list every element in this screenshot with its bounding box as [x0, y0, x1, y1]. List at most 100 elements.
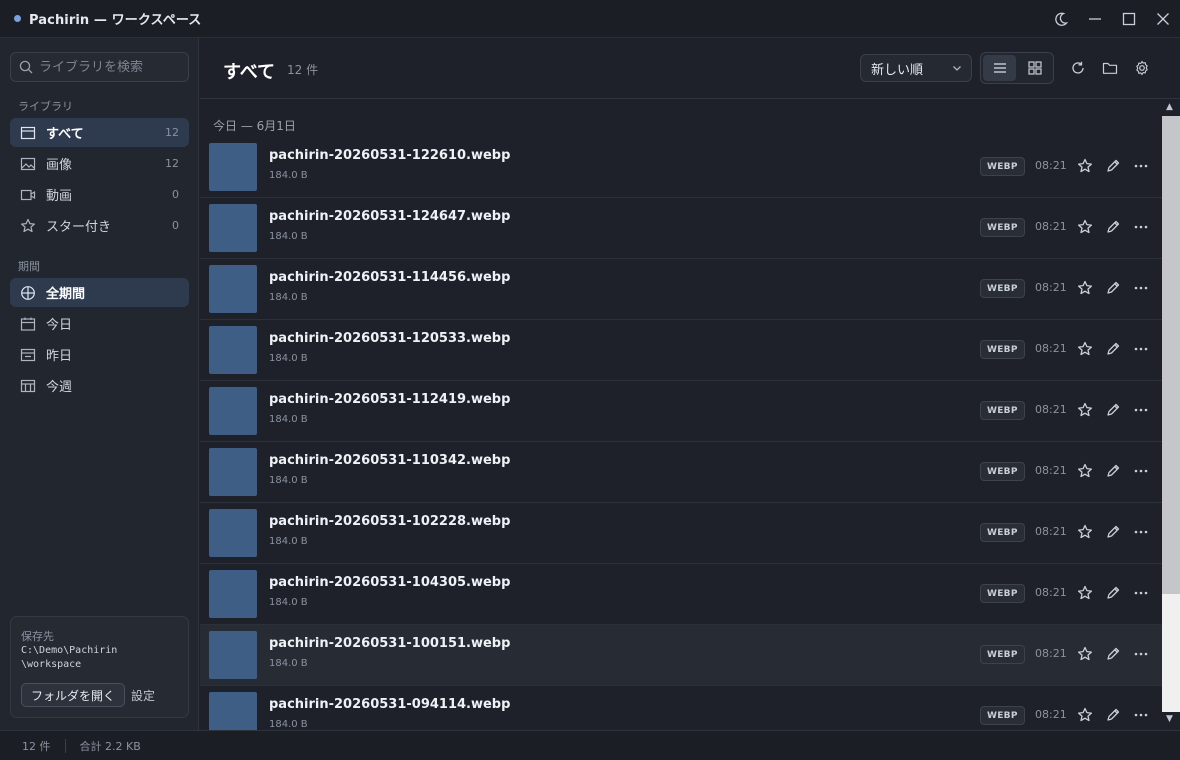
- file-thumbnail[interactable]: [209, 265, 257, 313]
- close-button[interactable]: [1146, 0, 1180, 38]
- rename-button[interactable]: [1104, 157, 1122, 175]
- star-button[interactable]: [1076, 706, 1094, 724]
- file-row[interactable]: pachirin-20260531-124647.webp 184.0 B WEBP…: [200, 198, 1162, 259]
- more-icon: [1133, 463, 1149, 479]
- file-thumbnail[interactable]: [209, 509, 257, 557]
- star-button[interactable]: [1076, 340, 1094, 358]
- sidebar-item-videos[interactable]: 動画 0: [10, 180, 189, 209]
- star-button[interactable]: [1076, 645, 1094, 663]
- more-button[interactable]: [1132, 584, 1150, 602]
- file-row[interactable]: pachirin-20260531-094114.webp 184.0 B WEBP…: [200, 686, 1162, 730]
- sidebar-item-this-week[interactable]: 今週: [10, 371, 189, 400]
- more-button[interactable]: [1132, 462, 1150, 480]
- settings-gear-button[interactable]: [1133, 59, 1151, 77]
- refresh-button[interactable]: [1069, 59, 1087, 77]
- star-icon: [20, 218, 36, 234]
- search-box[interactable]: [10, 52, 189, 82]
- file-time: 08:21: [1035, 281, 1067, 294]
- more-button[interactable]: [1132, 218, 1150, 236]
- rename-button[interactable]: [1104, 645, 1122, 663]
- minimize-button[interactable]: [1078, 0, 1112, 38]
- file-size: 184.0 B: [269, 353, 308, 364]
- more-button[interactable]: [1132, 340, 1150, 358]
- save-location-panel: 保存先 C:\Demo\Pachirin \workspace フォルダを開く …: [10, 616, 189, 718]
- more-button[interactable]: [1132, 401, 1150, 419]
- scroll-up-icon[interactable]: ▲: [1166, 102, 1173, 112]
- file-thumbnail[interactable]: [209, 387, 257, 435]
- rename-button[interactable]: [1104, 340, 1122, 358]
- calendar-yesterday-icon: [20, 347, 36, 363]
- file-size: 184.0 B: [269, 658, 308, 669]
- file-size: 184.0 B: [269, 231, 308, 242]
- search-icon: [19, 60, 33, 74]
- scroll-down-icon[interactable]: ▼: [1166, 714, 1173, 724]
- sidebar-item-count: 12: [165, 126, 179, 139]
- file-thumbnail[interactable]: [209, 204, 257, 252]
- star-button[interactable]: [1076, 218, 1094, 236]
- file-thumbnail[interactable]: [209, 570, 257, 618]
- sort-select[interactable]: 新しい順: [860, 54, 972, 82]
- maximize-button[interactable]: [1112, 0, 1146, 38]
- star-button[interactable]: [1076, 584, 1094, 602]
- more-button[interactable]: [1132, 645, 1150, 663]
- more-button[interactable]: [1132, 279, 1150, 297]
- sidebar-item-count: 0: [172, 188, 179, 201]
- more-icon: [1133, 524, 1149, 540]
- open-folder-button[interactable]: フォルダを開く: [21, 683, 126, 707]
- rename-button[interactable]: [1104, 279, 1122, 297]
- status-total-size: 合計 2.2 KB: [79, 739, 141, 753]
- minimize-icon: [1089, 18, 1101, 20]
- file-row[interactable]: pachirin-20260531-114456.webp 184.0 B WEBP…: [200, 259, 1162, 320]
- more-button[interactable]: [1132, 157, 1150, 175]
- star-button[interactable]: [1076, 157, 1094, 175]
- app-window: Pachirin — ワークスペース ライブラリを検索 ライブラリ すべて 12…: [0, 0, 1180, 760]
- sidebar-item-images[interactable]: 画像 12: [10, 149, 189, 178]
- folder-button[interactable]: [1101, 59, 1119, 77]
- file-row[interactable]: pachirin-20260531-102228.webp 184.0 B WEBP…: [200, 503, 1162, 564]
- star-button[interactable]: [1076, 401, 1094, 419]
- more-icon: [1133, 402, 1149, 418]
- sidebar-item-today[interactable]: 今日: [10, 309, 189, 338]
- settings-button[interactable]: 設定: [131, 683, 155, 707]
- more-button[interactable]: [1132, 706, 1150, 724]
- sidebar-item-label: 画像: [46, 158, 73, 173]
- file-time: 08:21: [1035, 586, 1067, 599]
- file-thumbnail[interactable]: [209, 448, 257, 496]
- search-input[interactable]: [39, 59, 179, 75]
- file-thumbnail[interactable]: [209, 326, 257, 374]
- file-row[interactable]: pachirin-20260531-104305.webp 184.0 B WEBP…: [200, 564, 1162, 625]
- rename-button[interactable]: [1104, 523, 1122, 541]
- scrollbar[interactable]: ▲ ▼: [1162, 100, 1180, 730]
- grid-view-button[interactable]: [1018, 55, 1051, 81]
- more-button[interactable]: [1132, 523, 1150, 541]
- rename-button[interactable]: [1104, 706, 1122, 724]
- star-button[interactable]: [1076, 462, 1094, 480]
- file-type-badge: WEBP: [980, 218, 1025, 237]
- file-thumbnail[interactable]: [209, 631, 257, 679]
- sidebar-item-all-time[interactable]: 全期間: [10, 278, 189, 307]
- sidebar-item-label: 今日: [46, 318, 73, 333]
- file-row[interactable]: pachirin-20260531-110342.webp 184.0 B WEBP…: [200, 442, 1162, 503]
- file-size: 184.0 B: [269, 536, 308, 547]
- sidebar-item-starred[interactable]: スター付き 0: [10, 211, 189, 240]
- file-row[interactable]: pachirin-20260531-112419.webp 184.0 B WEBP…: [200, 381, 1162, 442]
- rename-button[interactable]: [1104, 218, 1122, 236]
- rename-button[interactable]: [1104, 462, 1122, 480]
- file-row[interactable]: pachirin-20260531-122610.webp 184.0 B WEBP…: [200, 137, 1162, 198]
- file-row[interactable]: pachirin-20260531-100151.webp 184.0 B WEBP…: [200, 625, 1162, 686]
- scrollbar-track[interactable]: [1162, 594, 1180, 712]
- file-thumbnail[interactable]: [209, 143, 257, 191]
- star-button[interactable]: [1076, 279, 1094, 297]
- file-row[interactable]: pachirin-20260531-120533.webp 184.0 B WEBP…: [200, 320, 1162, 381]
- file-thumbnail[interactable]: [209, 692, 257, 730]
- rename-button[interactable]: [1104, 401, 1122, 419]
- more-icon: [1133, 158, 1149, 174]
- sidebar-item-all[interactable]: すべて 12: [10, 118, 189, 147]
- list-icon: [20, 125, 36, 141]
- star-button[interactable]: [1076, 523, 1094, 541]
- sidebar-item-yesterday[interactable]: 昨日: [10, 340, 189, 369]
- rename-button[interactable]: [1104, 584, 1122, 602]
- dark-mode-toggle-button[interactable]: [1044, 0, 1078, 38]
- scrollbar-thumb[interactable]: [1162, 116, 1180, 594]
- list-view-button[interactable]: [983, 55, 1016, 81]
